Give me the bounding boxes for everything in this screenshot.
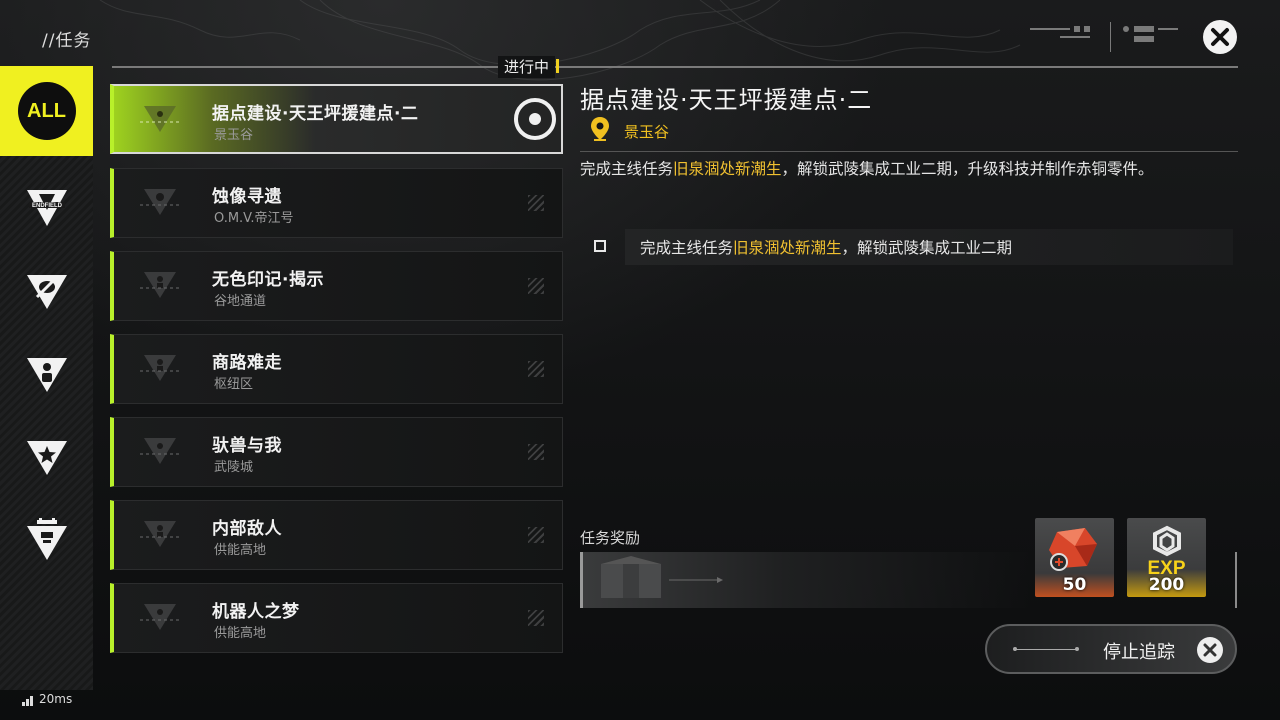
reward-item[interactable]: EXP 200	[1127, 518, 1206, 597]
category-all[interactable]: ALL	[0, 66, 93, 156]
button-decoration	[1013, 647, 1079, 651]
quest-hatch-decoration	[528, 278, 544, 294]
quest-title: 无色印记·揭示	[212, 270, 324, 290]
signal-icon	[22, 696, 33, 706]
category-facility[interactable]	[0, 495, 93, 585]
quest-item[interactable]: 据点建设·天王坪援建点·二 景玉谷	[110, 84, 563, 154]
quest-location: O.M.V.帝江号	[214, 211, 294, 226]
close-icon	[1211, 28, 1229, 46]
objective-link-highlight: 旧泉涸处新潮生	[733, 239, 842, 257]
detail-divider	[580, 151, 1238, 152]
quest-title: 蚀像寻遗	[212, 187, 282, 207]
quest-title: 机器人之梦	[212, 602, 300, 622]
quest-item[interactable]: 机器人之梦 供能高地	[110, 583, 563, 653]
quest-hatch-decoration	[528, 444, 544, 460]
ping-value: 20ms	[39, 692, 73, 706]
in-progress-tag: 进行中	[498, 56, 560, 78]
reward-quantity: 200	[1148, 575, 1185, 595]
crystal-icon	[1049, 528, 1097, 571]
quest-location: 枢纽区	[214, 377, 254, 392]
quest-hatch-decoration	[528, 610, 544, 626]
objective-checkbox-icon	[594, 240, 606, 252]
quest-link-highlight: 旧泉涸处新潮生	[673, 160, 782, 178]
quest-location: 供能高地	[214, 543, 267, 558]
quest-item[interactable]: 无色印记·揭示 谷地通道	[110, 251, 563, 321]
quest-title: 据点建设·天王坪援建点·二	[212, 104, 419, 124]
quest-detail-location: 景玉谷	[624, 123, 670, 141]
person-icon	[26, 358, 67, 392]
header-divider	[112, 66, 1238, 68]
quest-type-icon	[138, 272, 182, 298]
quest-item[interactable]: 商路难走 枢纽区	[110, 334, 563, 404]
category-secret[interactable]	[0, 246, 93, 336]
quest-location: 武陵城	[214, 460, 254, 475]
category-sidebar: ALL ENDFIELD	[0, 66, 93, 690]
close-button[interactable]	[1203, 20, 1237, 54]
reward-quantity: 50	[1062, 575, 1087, 595]
quest-type-icon	[138, 604, 182, 630]
gate-icon	[26, 518, 67, 560]
quest-item[interactable]: 驮兽与我 武陵城	[110, 417, 563, 487]
tracking-target-icon	[514, 98, 556, 140]
reward-item[interactable]: 50	[1035, 518, 1114, 597]
quest-type-icon	[138, 106, 182, 132]
hud-decoration	[1030, 22, 1178, 52]
all-icon: ALL	[17, 82, 76, 140]
stop-tracking-label: 停止追踪	[1103, 642, 1175, 663]
objective-text: 完成主线任务旧泉涸处新潮生，解锁武陵集成工业二期	[640, 239, 1013, 257]
supply-crate-icon	[601, 556, 723, 598]
breadcrumb: //任务	[42, 31, 92, 51]
quest-location: 谷地通道	[214, 294, 267, 309]
rewards-end-bar	[1235, 552, 1237, 608]
quest-type-icon	[138, 355, 182, 381]
endfield-icon: ENDFIELD	[26, 190, 67, 226]
quest-description: 完成主线任务旧泉涸处新潮生，解锁武陵集成工业二期，升级科技并制作赤铜零件。	[580, 160, 1154, 178]
quest-title: 商路难走	[212, 353, 282, 373]
quest-detail-title: 据点建设·天王坪援建点·二	[580, 86, 873, 114]
quest-location: 景玉谷	[214, 128, 254, 143]
quest-type-icon	[138, 521, 182, 547]
quest-location: 供能高地	[214, 626, 267, 641]
quest-hatch-decoration	[528, 527, 544, 543]
stop-tracking-button[interactable]: 停止追踪	[985, 624, 1237, 674]
quest-title: 内部敌人	[212, 519, 282, 539]
quest-title: 驮兽与我	[212, 436, 282, 456]
quest-item[interactable]: 内部敌人 供能高地	[110, 500, 563, 570]
quest-type-icon	[138, 189, 182, 215]
location-pin-icon	[591, 117, 609, 141]
close-icon	[1197, 637, 1223, 663]
category-character[interactable]	[0, 329, 93, 419]
quest-hatch-decoration	[528, 361, 544, 377]
rewards-label: 任务奖励	[580, 529, 641, 547]
category-special[interactable]	[0, 412, 93, 502]
endfield-label: ENDFIELD	[32, 203, 63, 209]
category-endfield[interactable]: ENDFIELD	[0, 163, 93, 253]
quest-hatch-decoration	[528, 195, 544, 211]
star-icon	[26, 441, 67, 475]
eye-slash-icon	[26, 275, 67, 309]
network-ping: 20ms	[22, 692, 72, 706]
rewards-strip	[580, 552, 1030, 608]
quest-type-icon	[138, 438, 182, 464]
quest-item[interactable]: 蚀像寻遗 O.M.V.帝江号	[110, 168, 563, 238]
